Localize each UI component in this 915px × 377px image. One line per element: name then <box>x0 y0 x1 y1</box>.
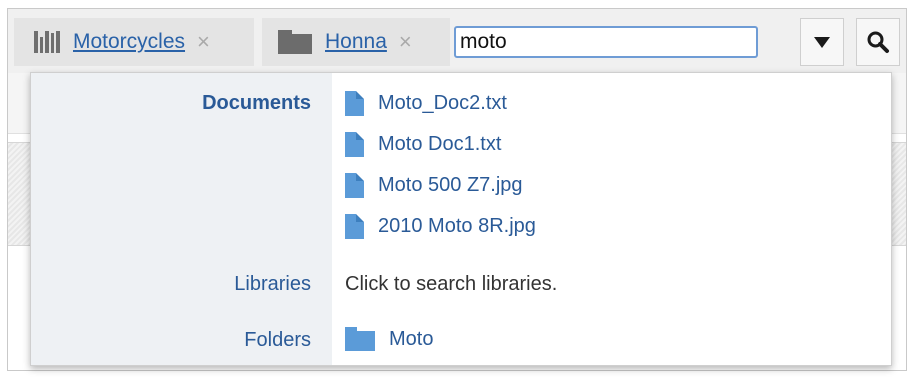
folder-suggestion-item[interactable]: Moto <box>345 325 433 353</box>
search-suggestions-popup: Documents Moto_Doc2.txt Moto Doc1.txt Mo… <box>30 72 892 366</box>
filter-chip-folder: Honna × <box>262 18 450 66</box>
document-suggestion-item[interactable]: 2010 Moto 8R.jpg <box>345 212 536 240</box>
library-icon <box>34 31 60 53</box>
search-libraries-link[interactable]: Click to search libraries. <box>345 273 557 296</box>
document-icon <box>345 131 364 157</box>
category-documents-label: Documents <box>202 92 311 114</box>
category-libraries-label: Libraries <box>234 273 311 295</box>
remove-filter-library-icon[interactable]: × <box>197 29 210 55</box>
category-column <box>31 73 332 365</box>
document-icon <box>345 172 364 198</box>
search-input[interactable] <box>454 26 758 58</box>
filter-chip-folder-link[interactable]: Honna <box>325 30 387 54</box>
search-icon <box>867 31 889 53</box>
filter-chip-library: Motorcycles × <box>14 18 254 66</box>
folder-icon <box>345 327 375 351</box>
remove-filter-folder-icon[interactable]: × <box>399 29 412 55</box>
category-folders-label: Folders <box>244 329 311 351</box>
document-icon <box>345 90 364 116</box>
document-name: 2010 Moto 8R.jpg <box>378 214 536 237</box>
filter-chip-library-link[interactable]: Motorcycles <box>73 30 185 54</box>
search-button[interactable] <box>856 18 900 66</box>
chevron-down-icon <box>814 36 830 48</box>
folder-icon <box>278 30 312 54</box>
document-name: Moto 500 Z7.jpg <box>378 173 523 196</box>
document-suggestion-item[interactable]: Moto Doc1.txt <box>345 130 501 158</box>
document-suggestion-item[interactable]: Moto 500 Z7.jpg <box>345 171 523 199</box>
document-icon <box>345 213 364 239</box>
document-name: Moto_Doc2.txt <box>378 91 507 114</box>
document-name: Moto Doc1.txt <box>378 132 502 155</box>
document-suggestion-item[interactable]: Moto_Doc2.txt <box>345 89 507 117</box>
search-options-dropdown-button[interactable] <box>800 18 844 66</box>
folder-name: Moto <box>389 327 434 350</box>
